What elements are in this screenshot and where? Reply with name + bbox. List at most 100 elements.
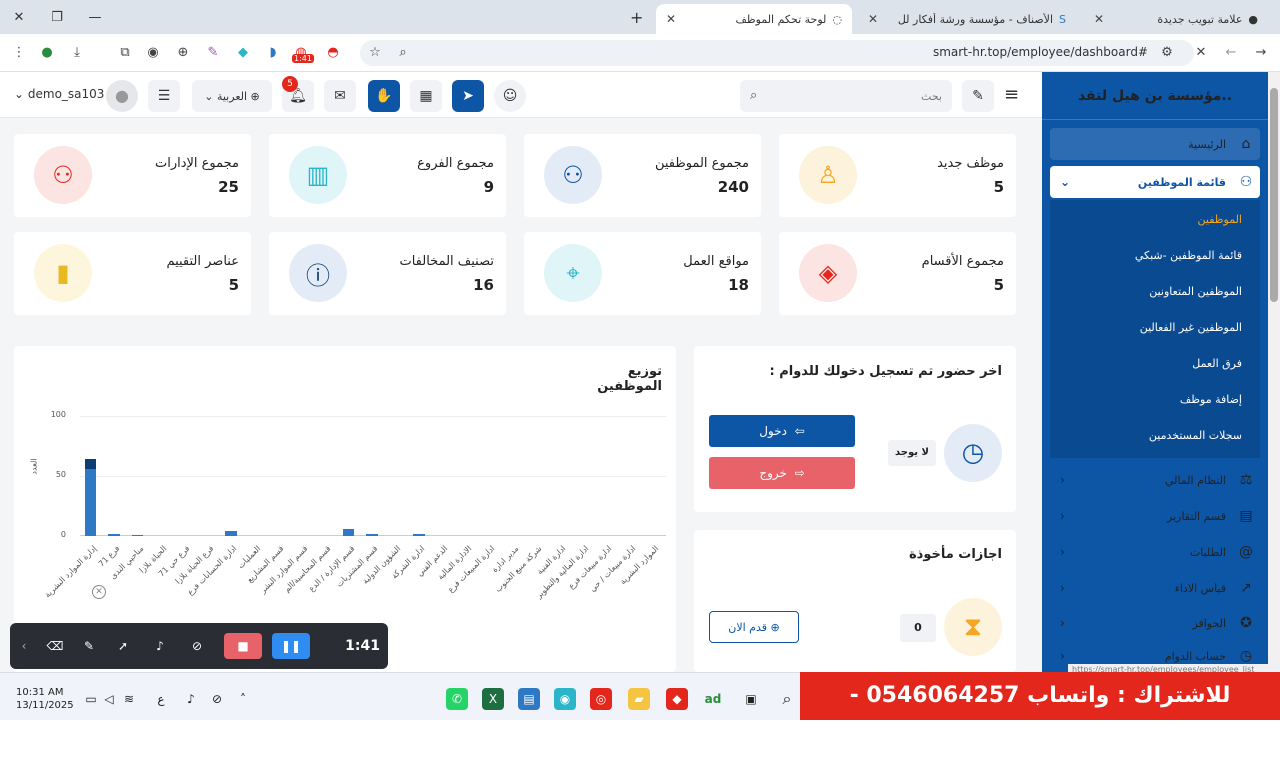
card-evaluation-items[interactable]: عناصر التقييم 5 ▮ <box>14 232 251 315</box>
chart-bar[interactable] <box>225 531 238 536</box>
wifi-icon[interactable]: ≋ <box>118 688 140 710</box>
sidebar-item-requests[interactable]: @ الطلبات ‹ <box>1050 536 1256 568</box>
collapse-chevron-icon[interactable]: ‹ <box>10 639 38 653</box>
tray-chevron-icon[interactable]: ˄ <box>232 688 254 710</box>
tasks-button[interactable]: ☰ <box>148 80 180 112</box>
card-total-departments[interactable]: مجموع الإدارات 25 ⚇ <box>14 134 251 217</box>
taskbar-clock[interactable]: 10:31 AM 13/11/2025 <box>16 686 74 712</box>
forward-icon[interactable]: ← <box>1222 44 1240 62</box>
send-button[interactable]: ➤ <box>452 80 484 112</box>
chart-bar[interactable] <box>131 534 144 536</box>
pen-icon[interactable]: ✎ <box>72 639 106 653</box>
calculator-button[interactable]: ▦ <box>410 80 442 112</box>
chart-bar[interactable] <box>84 459 97 469</box>
cursor-icon[interactable]: ➚ <box>106 639 140 653</box>
sidebar-item-employees[interactable]: ⚇ قائمة الموظفين ⌄ <box>1050 166 1256 198</box>
checkin-button[interactable]: دخول ⇦ <box>709 415 855 447</box>
submenu-add-employee[interactable]: إضافة موظف <box>1050 393 1242 406</box>
excel-icon[interactable]: X <box>482 688 504 710</box>
card-total-employees[interactable]: مجموع الموظفين 240 ⚇ <box>524 134 761 217</box>
y-tick-label: 50 <box>55 470 66 479</box>
keyboard-layout-icon[interactable]: ع <box>150 688 172 710</box>
submenu-contract-employees[interactable]: الموظفين المتعاونين <box>1050 285 1242 298</box>
card-work-locations[interactable]: مواقع العمل 18 ⌖ <box>524 232 761 315</box>
task-view-icon[interactable]: ▣ <box>740 688 762 710</box>
download-icon[interactable]: ⤓ <box>68 44 86 62</box>
extension-icon[interactable]: ● <box>38 44 56 62</box>
language-selector[interactable]: ⌄ العربية ⊕ <box>192 80 272 112</box>
microphone-icon[interactable]: ♪ <box>180 688 202 710</box>
sidebar-item-finance[interactable]: ⚖ النظام المالي ‹ <box>1050 464 1256 496</box>
audio-extension-icon[interactable]: ◗ <box>264 44 282 62</box>
stop-recording-button[interactable]: ■ <box>224 633 262 659</box>
chart-bar[interactable] <box>342 528 355 536</box>
extension-icon[interactable]: ◓ <box>324 44 342 62</box>
menu-dots-icon[interactable]: ⋮ <box>10 44 28 62</box>
minimize-window-icon[interactable]: — <box>76 10 114 25</box>
app-icon[interactable]: ad <box>702 688 724 710</box>
sidebar-item-incentives[interactable]: ✪ الحوافز ‹ <box>1050 607 1256 639</box>
chart-bar[interactable] <box>108 533 120 536</box>
extensions-puzzle-icon[interactable]: ⧉ <box>116 44 134 62</box>
extension-icon[interactable]: ◆ <box>234 44 252 62</box>
tab-products[interactable]: S الأصناف - مؤسسة ورشة أفكار لل ✕ <box>858 4 1076 34</box>
globe-icon[interactable]: ⊕ <box>174 44 192 62</box>
edit-button[interactable]: ✎ <box>962 80 994 112</box>
url-text[interactable]: smart-hr.top/employee/dashboard# <box>900 45 1148 59</box>
bookmark-star-icon[interactable]: ☆ <box>366 44 384 62</box>
maps-icon[interactable]: ◉ <box>554 688 576 710</box>
restore-window-icon[interactable]: ❐ <box>38 10 76 25</box>
broom-icon[interactable]: ⌫ <box>38 639 72 653</box>
chart-bar[interactable] <box>365 533 378 536</box>
new-tab-icon[interactable]: + <box>630 8 643 27</box>
chrome-icon[interactable]: ◎ <box>590 688 612 710</box>
search-icon[interactable]: ⌕ <box>776 688 798 710</box>
mic-off-icon[interactable]: ⊘ <box>206 688 228 710</box>
sidebar-item-reports[interactable]: ▤ قسم التقارير ‹ <box>1050 500 1256 532</box>
submenu-employees-grid[interactable]: قائمة الموظفين -شبكي <box>1050 249 1242 262</box>
site-settings-icon[interactable]: ⚙ <box>1158 44 1176 62</box>
scrollbar-thumb[interactable] <box>1270 88 1278 302</box>
pause-recording-button[interactable]: ❚❚ <box>272 633 310 659</box>
card-total-sections[interactable]: مجموع الأقسام 5 ◈ <box>779 232 1016 315</box>
back-icon[interactable]: → <box>1252 44 1270 62</box>
tab-dashboard[interactable]: ◌ لوحة تحكم الموظف ✕ <box>656 4 852 34</box>
close-tab-icon[interactable]: ✕ <box>1094 12 1104 26</box>
hamburger-menu-icon[interactable]: ≡ <box>1004 84 1019 105</box>
extension-icon[interactable]: ◉ <box>144 44 162 62</box>
card-total-branches[interactable]: مجموع الفروع 9 ▥ <box>269 134 506 217</box>
microphone-icon[interactable]: ♪ <box>140 639 180 653</box>
checkout-button[interactable]: خروج ⇨ <box>709 457 855 489</box>
hand-money-button[interactable]: ✋ <box>368 80 400 112</box>
sidebar-item-performance[interactable]: ↗ قياس الاداء ‹ <box>1050 572 1256 604</box>
submenu-inactive-employees[interactable]: الموظفين غير الفعالين <box>1050 321 1242 334</box>
volume-icon[interactable]: ◁ <box>98 688 120 710</box>
notepad-icon[interactable]: ▤ <box>518 688 540 710</box>
search-input[interactable] <box>782 86 942 106</box>
avatar[interactable]: ● <box>106 80 138 112</box>
submenu-teams[interactable]: فرق العمل <box>1050 357 1242 370</box>
file-explorer-icon[interactable]: ▰ <box>628 688 650 710</box>
submenu-employees[interactable]: الموظفين <box>1050 213 1242 226</box>
sidebar-item-home[interactable]: ⌂ الرئيسية <box>1050 128 1256 160</box>
zoom-icon[interactable]: ⌕ <box>394 44 412 62</box>
whatsapp-icon[interactable]: ✆ <box>446 688 468 710</box>
chart-bar[interactable] <box>412 533 425 536</box>
apply-leave-button[interactable]: قدم الان ⊕ <box>709 611 799 643</box>
card-violation-types[interactable]: تصنيف المخالفات 16 ⓘ <box>269 232 506 315</box>
search-box[interactable]: ⌕ <box>740 80 952 112</box>
card-new-employee[interactable]: موظف جديد 5 ♙ <box>779 134 1016 217</box>
anydesk-icon[interactable]: ◆ <box>666 688 688 710</box>
submenu-user-logs[interactable]: سجلات المستخدمين <box>1050 429 1242 442</box>
close-tab-icon[interactable]: ✕ <box>666 12 676 26</box>
chart-bar[interactable] <box>84 468 97 536</box>
close-tab-icon[interactable]: ✕ <box>868 12 878 26</box>
chat-button[interactable]: ☺ <box>494 80 526 112</box>
user-menu[interactable]: ⌄ demo_sa103 <box>14 87 104 101</box>
tab-new[interactable]: ● علامة تبويب جديدة ✕ <box>1084 4 1268 34</box>
pen-extension-icon[interactable]: ✎ <box>204 44 222 62</box>
camera-off-icon[interactable]: ⊘ <box>180 639 214 653</box>
close-window-icon[interactable]: ✕ <box>0 10 38 25</box>
stop-icon[interactable]: ✕ <box>1192 44 1210 62</box>
messages-button[interactable]: ✉ <box>324 80 356 112</box>
